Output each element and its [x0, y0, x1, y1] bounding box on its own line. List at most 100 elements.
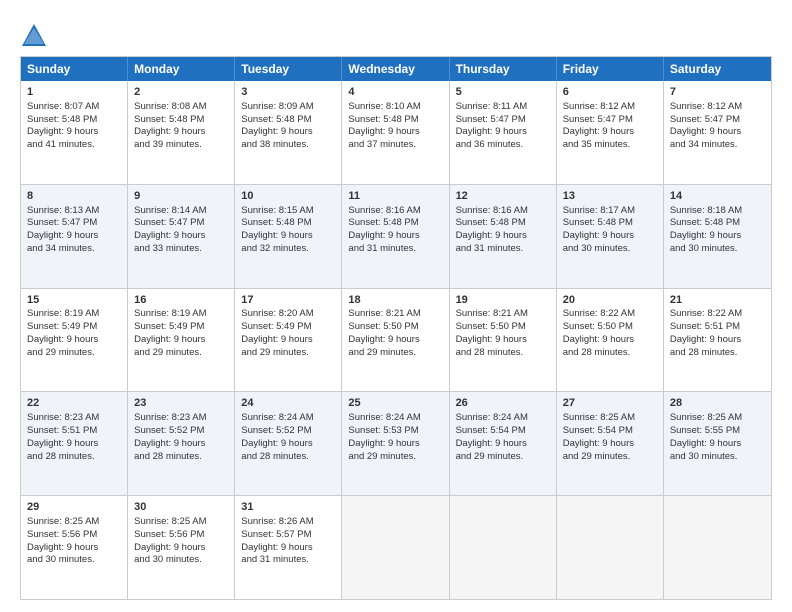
day-info: Sunrise: 8:21 AM Sunset: 5:50 PM Dayligh… — [348, 308, 420, 357]
calendar-cell: 13Sunrise: 8:17 AM Sunset: 5:48 PM Dayli… — [557, 185, 664, 288]
day-info: Sunrise: 8:18 AM Sunset: 5:48 PM Dayligh… — [670, 205, 742, 254]
day-number: 26 — [456, 396, 550, 411]
calendar-cell: 30Sunrise: 8:25 AM Sunset: 5:56 PM Dayli… — [128, 496, 235, 599]
calendar-row: 15Sunrise: 8:19 AM Sunset: 5:49 PM Dayli… — [21, 288, 771, 392]
calendar-row: 1Sunrise: 8:07 AM Sunset: 5:48 PM Daylig… — [21, 81, 771, 184]
day-info: Sunrise: 8:11 AM Sunset: 5:47 PM Dayligh… — [456, 101, 528, 150]
calendar-cell: 22Sunrise: 8:23 AM Sunset: 5:51 PM Dayli… — [21, 392, 128, 495]
day-number: 28 — [670, 396, 765, 411]
day-info: Sunrise: 8:25 AM Sunset: 5:54 PM Dayligh… — [563, 412, 635, 461]
day-number: 18 — [348, 293, 442, 308]
day-number: 7 — [670, 85, 765, 100]
day-number: 10 — [241, 189, 335, 204]
logo — [20, 22, 52, 50]
calendar-cell: 8Sunrise: 8:13 AM Sunset: 5:47 PM Daylig… — [21, 185, 128, 288]
day-number: 24 — [241, 396, 335, 411]
day-info: Sunrise: 8:23 AM Sunset: 5:51 PM Dayligh… — [27, 412, 99, 461]
day-number: 27 — [563, 396, 657, 411]
calendar-row: 29Sunrise: 8:25 AM Sunset: 5:56 PM Dayli… — [21, 495, 771, 599]
day-info: Sunrise: 8:22 AM Sunset: 5:51 PM Dayligh… — [670, 308, 742, 357]
calendar-cell: 23Sunrise: 8:23 AM Sunset: 5:52 PM Dayli… — [128, 392, 235, 495]
day-number: 2 — [134, 85, 228, 100]
calendar-cell: 29Sunrise: 8:25 AM Sunset: 5:56 PM Dayli… — [21, 496, 128, 599]
calendar-header-cell: Tuesday — [235, 57, 342, 81]
calendar-cell: 6Sunrise: 8:12 AM Sunset: 5:47 PM Daylig… — [557, 81, 664, 184]
calendar-header-cell: Saturday — [664, 57, 771, 81]
day-number: 4 — [348, 85, 442, 100]
calendar-header-cell: Sunday — [21, 57, 128, 81]
calendar-cell: 25Sunrise: 8:24 AM Sunset: 5:53 PM Dayli… — [342, 392, 449, 495]
calendar-cell: 12Sunrise: 8:16 AM Sunset: 5:48 PM Dayli… — [450, 185, 557, 288]
day-info: Sunrise: 8:20 AM Sunset: 5:49 PM Dayligh… — [241, 308, 313, 357]
day-number: 31 — [241, 500, 335, 515]
day-info: Sunrise: 8:13 AM Sunset: 5:47 PM Dayligh… — [27, 205, 99, 254]
day-number: 29 — [27, 500, 121, 515]
day-info: Sunrise: 8:22 AM Sunset: 5:50 PM Dayligh… — [563, 308, 635, 357]
calendar-cell: 15Sunrise: 8:19 AM Sunset: 5:49 PM Dayli… — [21, 289, 128, 392]
calendar-cell: 1Sunrise: 8:07 AM Sunset: 5:48 PM Daylig… — [21, 81, 128, 184]
calendar-row: 8Sunrise: 8:13 AM Sunset: 5:47 PM Daylig… — [21, 184, 771, 288]
day-info: Sunrise: 8:25 AM Sunset: 5:55 PM Dayligh… — [670, 412, 742, 461]
day-info: Sunrise: 8:21 AM Sunset: 5:50 PM Dayligh… — [456, 308, 528, 357]
calendar-cell: 27Sunrise: 8:25 AM Sunset: 5:54 PM Dayli… — [557, 392, 664, 495]
day-info: Sunrise: 8:07 AM Sunset: 5:48 PM Dayligh… — [27, 101, 99, 150]
day-number: 8 — [27, 189, 121, 204]
calendar-cell: 17Sunrise: 8:20 AM Sunset: 5:49 PM Dayli… — [235, 289, 342, 392]
calendar-cell: 19Sunrise: 8:21 AM Sunset: 5:50 PM Dayli… — [450, 289, 557, 392]
day-info: Sunrise: 8:14 AM Sunset: 5:47 PM Dayligh… — [134, 205, 206, 254]
calendar-row: 22Sunrise: 8:23 AM Sunset: 5:51 PM Dayli… — [21, 391, 771, 495]
day-number: 23 — [134, 396, 228, 411]
day-number: 22 — [27, 396, 121, 411]
calendar-cell: 9Sunrise: 8:14 AM Sunset: 5:47 PM Daylig… — [128, 185, 235, 288]
day-info: Sunrise: 8:19 AM Sunset: 5:49 PM Dayligh… — [134, 308, 206, 357]
calendar-cell: 14Sunrise: 8:18 AM Sunset: 5:48 PM Dayli… — [664, 185, 771, 288]
page: SundayMondayTuesdayWednesdayThursdayFrid… — [0, 0, 792, 612]
calendar-header-cell: Monday — [128, 57, 235, 81]
calendar-header-cell: Friday — [557, 57, 664, 81]
calendar-cell: 2Sunrise: 8:08 AM Sunset: 5:48 PM Daylig… — [128, 81, 235, 184]
day-info: Sunrise: 8:08 AM Sunset: 5:48 PM Dayligh… — [134, 101, 206, 150]
day-number: 19 — [456, 293, 550, 308]
calendar-header: SundayMondayTuesdayWednesdayThursdayFrid… — [21, 57, 771, 81]
day-number: 1 — [27, 85, 121, 100]
day-number: 13 — [563, 189, 657, 204]
day-number: 3 — [241, 85, 335, 100]
day-number: 30 — [134, 500, 228, 515]
calendar-header-cell: Thursday — [450, 57, 557, 81]
day-number: 11 — [348, 189, 442, 204]
day-info: Sunrise: 8:24 AM Sunset: 5:54 PM Dayligh… — [456, 412, 528, 461]
day-number: 6 — [563, 85, 657, 100]
day-number: 17 — [241, 293, 335, 308]
day-info: Sunrise: 8:15 AM Sunset: 5:48 PM Dayligh… — [241, 205, 313, 254]
calendar-cell-empty — [664, 496, 771, 599]
day-info: Sunrise: 8:24 AM Sunset: 5:53 PM Dayligh… — [348, 412, 420, 461]
calendar-cell: 24Sunrise: 8:24 AM Sunset: 5:52 PM Dayli… — [235, 392, 342, 495]
day-number: 16 — [134, 293, 228, 308]
day-number: 5 — [456, 85, 550, 100]
calendar-cell: 21Sunrise: 8:22 AM Sunset: 5:51 PM Dayli… — [664, 289, 771, 392]
calendar-cell: 10Sunrise: 8:15 AM Sunset: 5:48 PM Dayli… — [235, 185, 342, 288]
calendar-cell-empty — [342, 496, 449, 599]
day-number: 12 — [456, 189, 550, 204]
day-number: 25 — [348, 396, 442, 411]
calendar-cell: 20Sunrise: 8:22 AM Sunset: 5:50 PM Dayli… — [557, 289, 664, 392]
calendar-cell-empty — [450, 496, 557, 599]
day-number: 15 — [27, 293, 121, 308]
header — [20, 18, 772, 50]
calendar-cell: 28Sunrise: 8:25 AM Sunset: 5:55 PM Dayli… — [664, 392, 771, 495]
day-number: 21 — [670, 293, 765, 308]
day-info: Sunrise: 8:12 AM Sunset: 5:47 PM Dayligh… — [670, 101, 742, 150]
day-info: Sunrise: 8:26 AM Sunset: 5:57 PM Dayligh… — [241, 516, 313, 565]
calendar-cell: 31Sunrise: 8:26 AM Sunset: 5:57 PM Dayli… — [235, 496, 342, 599]
day-info: Sunrise: 8:19 AM Sunset: 5:49 PM Dayligh… — [27, 308, 99, 357]
day-info: Sunrise: 8:25 AM Sunset: 5:56 PM Dayligh… — [134, 516, 206, 565]
calendar-body: 1Sunrise: 8:07 AM Sunset: 5:48 PM Daylig… — [21, 81, 771, 599]
day-info: Sunrise: 8:17 AM Sunset: 5:48 PM Dayligh… — [563, 205, 635, 254]
day-info: Sunrise: 8:24 AM Sunset: 5:52 PM Dayligh… — [241, 412, 313, 461]
day-number: 20 — [563, 293, 657, 308]
day-info: Sunrise: 8:25 AM Sunset: 5:56 PM Dayligh… — [27, 516, 99, 565]
day-info: Sunrise: 8:16 AM Sunset: 5:48 PM Dayligh… — [456, 205, 528, 254]
day-info: Sunrise: 8:10 AM Sunset: 5:48 PM Dayligh… — [348, 101, 420, 150]
day-info: Sunrise: 8:16 AM Sunset: 5:48 PM Dayligh… — [348, 205, 420, 254]
calendar-cell-empty — [557, 496, 664, 599]
